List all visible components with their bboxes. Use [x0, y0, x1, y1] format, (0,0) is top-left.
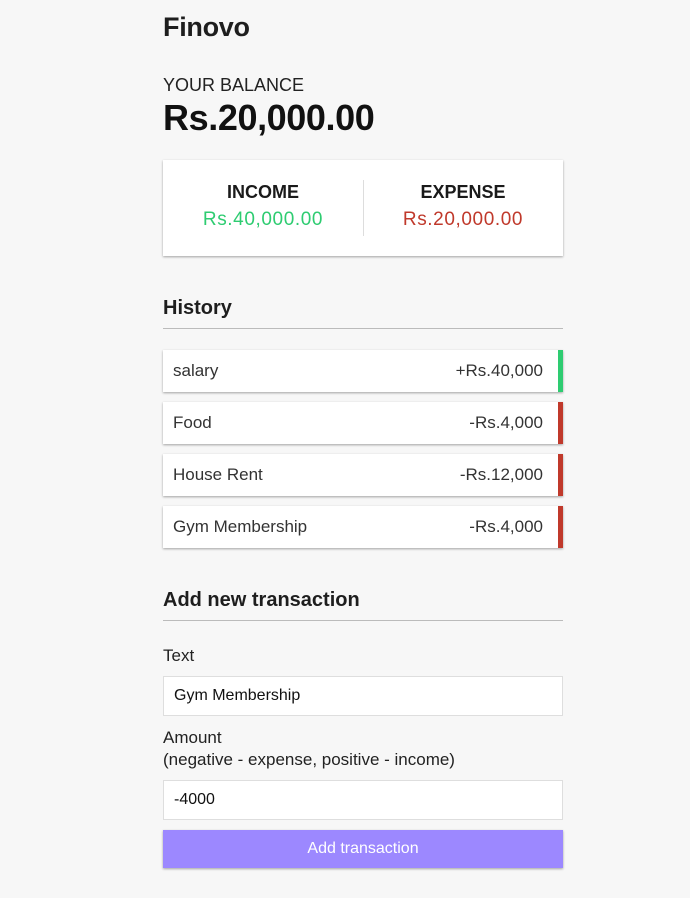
transaction-amount: -Rs.4,000 [469, 413, 543, 432]
expense-value: Rs.20,000.00 [402, 209, 524, 230]
balance-value: Rs.20,000.00 [163, 97, 375, 138]
amount-field-label: Amount [163, 728, 222, 747]
transaction-text: Gym Membership [173, 517, 308, 536]
amount-input[interactable] [163, 780, 563, 820]
income-section: INCOME Rs.40,000.00 [163, 160, 363, 256]
add-transaction-button[interactable]: Add transaction [163, 830, 563, 868]
transaction-item[interactable]: salary +Rs.40,000 [163, 350, 563, 392]
transaction-text: salary [173, 361, 219, 380]
transaction-list: salary +Rs.40,000 Food -Rs.4,000 House R… [163, 350, 563, 558]
expense-label: EXPENSE [420, 182, 506, 202]
transaction-item[interactable]: Food -Rs.4,000 [163, 402, 563, 444]
text-field-label: Text [163, 646, 195, 665]
transaction-amount: -Rs.12,000 [459, 465, 543, 484]
income-label: INCOME [227, 182, 299, 202]
text-input[interactable] [163, 676, 563, 716]
balance-label: YOUR BALANCE [163, 75, 305, 95]
expense-section: EXPENSE Rs.20,000.00 [363, 160, 563, 256]
app-title: Finovo [163, 12, 250, 42]
amount-hint: (negative - expense, positive - income) [163, 750, 455, 769]
transaction-text: House Rent [173, 465, 263, 484]
transaction-amount: -Rs.4,000 [469, 517, 543, 536]
income-expense-card: INCOME Rs.40,000.00 EXPENSE Rs.20,000.00 [163, 160, 563, 256]
transaction-item[interactable]: House Rent -Rs.12,000 [163, 454, 563, 496]
history-title: History [163, 297, 563, 329]
transaction-amount: +Rs.40,000 [455, 361, 543, 380]
income-value: Rs.40,000.00 [202, 209, 324, 230]
transaction-item[interactable]: Gym Membership -Rs.4,000 [163, 506, 563, 548]
add-transaction-title: Add new transaction [163, 589, 563, 621]
transaction-text: Food [173, 413, 212, 432]
